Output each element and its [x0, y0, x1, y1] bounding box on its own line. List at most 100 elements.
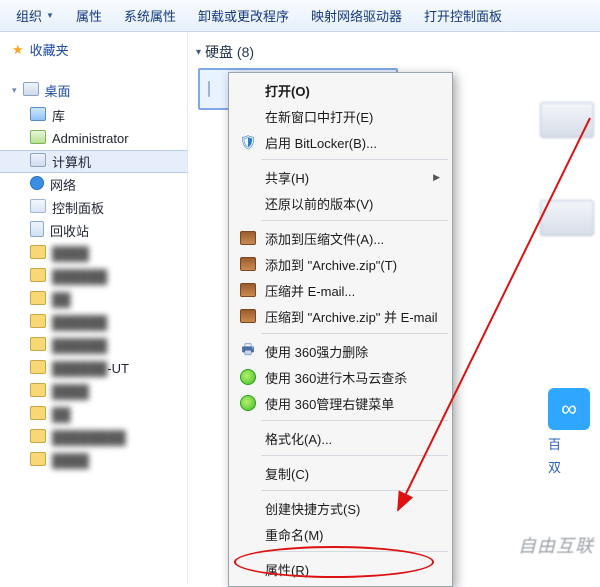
- sidebar-item-folder-blurred[interactable]: ████████: [0, 426, 187, 449]
- folder-icon: [30, 291, 46, 308]
- sidebar-item-label: 计算机: [52, 152, 91, 171]
- folder-icon: [30, 383, 46, 400]
- sidebar-favorites-label: 收藏夹: [30, 40, 69, 59]
- sidebar-desktop-label: 桌面: [45, 81, 71, 100]
- drive-tile[interactable]: [540, 200, 594, 236]
- computer-icon: [30, 153, 46, 170]
- sidebar-item-network[interactable]: 网络: [0, 173, 187, 196]
- toolbar-uninstall[interactable]: 卸载或更改程序: [188, 2, 299, 29]
- sidebar-desktop[interactable]: ▾ 桌面: [0, 77, 187, 104]
- toolbar-open-control-label: 打开控制面板: [424, 6, 502, 25]
- ctx-create-shortcut[interactable]: 创建快捷方式(S): [231, 495, 450, 521]
- sidebar-item-label: ██████-UT: [52, 361, 129, 376]
- ctx-open-new-window[interactable]: 在新窗口中打开(E): [231, 103, 450, 129]
- network-icon: [30, 176, 44, 193]
- sidebar-item-administrator[interactable]: Administrator: [0, 127, 187, 150]
- sidebar-item-label: 库: [52, 106, 65, 125]
- right-drive-thumbs: [540, 102, 600, 298]
- sidebar-item-folder-blurred[interactable]: ██████: [0, 334, 187, 357]
- toolbar-map-drive[interactable]: 映射网络驱动器: [301, 2, 412, 29]
- separator: [261, 490, 448, 491]
- cloud-app-badge[interactable]: ∞ 百 双: [548, 388, 590, 476]
- ctx-add-archive[interactable]: 添加到压缩文件(A)...: [231, 225, 450, 251]
- ctx-label: 打开(O): [265, 81, 440, 100]
- context-menu: 打开(O) 在新窗口中打开(E) 🛡 启用 BitLocker(B)... 共享…: [228, 72, 453, 587]
- sidebar-item-folder-blurred[interactable]: ██: [0, 403, 187, 426]
- drive-icon: [208, 82, 210, 96]
- ctx-format[interactable]: 格式化(A)...: [231, 425, 450, 451]
- ctx-copy[interactable]: 复制(C): [231, 460, 450, 486]
- sidebar-item-folder-ut[interactable]: ██████-UT: [0, 357, 187, 380]
- ctx-label: 复制(C): [265, 464, 440, 483]
- ctx-label: 使用 360强力删除: [265, 342, 440, 361]
- ctx-label: 压缩并 E-mail...: [265, 281, 440, 300]
- ctx-open[interactable]: 打开(O): [231, 77, 450, 103]
- toolbar-system-properties[interactable]: 系统属性: [114, 2, 186, 29]
- toolbar-properties[interactable]: 属性: [66, 2, 112, 29]
- separator: [261, 333, 448, 334]
- sidebar-item-control-panel[interactable]: 控制面板: [0, 196, 187, 219]
- folder-icon: [30, 360, 46, 377]
- ctx-properties[interactable]: 属性(R): [231, 556, 450, 582]
- ctx-compress-email[interactable]: 压缩并 E-mail...: [231, 277, 450, 303]
- ctx-restore-previous[interactable]: 还原以前的版本(V): [231, 190, 450, 216]
- sidebar-item-folder-blurred[interactable]: ████: [0, 242, 187, 265]
- separator: [261, 220, 448, 221]
- ctx-add-archive-zip[interactable]: 添加到 "Archive.zip"(T): [231, 251, 450, 277]
- sidebar-item-folder-blurred[interactable]: ████: [0, 380, 187, 403]
- sidebar-item-recycle-bin[interactable]: 回收站: [0, 219, 187, 242]
- folder-icon: [30, 406, 46, 423]
- folder-icon: [30, 337, 46, 354]
- chevron-down-icon: ▾: [196, 47, 201, 58]
- zip-icon: [237, 283, 259, 297]
- sidebar-item-libraries[interactable]: 库: [0, 104, 187, 127]
- sidebar-item-label: ██: [52, 292, 70, 307]
- ctx-360-delete[interactable]: 🖶 使用 360强力删除: [231, 338, 450, 364]
- sidebar-favorites[interactable]: ★ 收藏夹: [0, 36, 187, 63]
- separator: [261, 551, 448, 552]
- sidebar-item-label: ██████: [52, 315, 107, 330]
- ctx-bitlocker[interactable]: 🛡 启用 BitLocker(B)...: [231, 129, 450, 155]
- sidebar-item-folder-blurred[interactable]: ██████: [0, 311, 187, 334]
- ctx-share[interactable]: 共享(H) ▶: [231, 164, 450, 190]
- sidebar-item-computer[interactable]: 计算机: [0, 150, 187, 173]
- chevron-right-icon: ▶: [433, 172, 440, 183]
- folder-icon: [30, 268, 46, 285]
- drive-tile[interactable]: [540, 102, 594, 138]
- 360-icon: [237, 369, 259, 385]
- ctx-label: 压缩到 "Archive.zip" 并 E-mail: [265, 307, 440, 326]
- sidebar-item-label: ████████: [52, 430, 126, 445]
- 360-icon: [237, 395, 259, 411]
- toolbar-uninstall-label: 卸载或更改程序: [198, 6, 289, 25]
- ctx-compress-zip-email[interactable]: 压缩到 "Archive.zip" 并 E-mail: [231, 303, 450, 329]
- ctx-label: 添加到压缩文件(A)...: [265, 229, 440, 248]
- ctx-360-scan[interactable]: 使用 360进行木马云查杀: [231, 364, 450, 390]
- sidebar-item-folder-blurred[interactable]: ████: [0, 449, 187, 472]
- ctx-label: 还原以前的版本(V): [265, 194, 440, 213]
- ctx-label: 格式化(A)...: [265, 429, 440, 448]
- toolbar-system-properties-label: 系统属性: [124, 6, 176, 25]
- folder-icon: [30, 314, 46, 331]
- sidebar-item-label: ████: [52, 384, 89, 399]
- ctx-360-manage[interactable]: 使用 360管理右键菜单: [231, 390, 450, 416]
- separator: [261, 159, 448, 160]
- cloud-label-1: 百: [548, 434, 590, 453]
- section-drives[interactable]: ▾ 硬盘 (8): [194, 38, 600, 68]
- toolbar-organize-label: 组织: [16, 6, 42, 25]
- sidebar-item-folder-blurred[interactable]: ██████: [0, 265, 187, 288]
- sidebar-item-label: ████: [52, 246, 89, 261]
- zip-icon: [237, 309, 259, 323]
- folder-icon: [30, 245, 46, 262]
- control-panel-icon: [30, 199, 46, 216]
- sidebar-item-label: 回收站: [50, 221, 89, 240]
- zip-icon: [237, 257, 259, 271]
- ctx-rename[interactable]: 重命名(M): [231, 521, 450, 547]
- toolbar-organize[interactable]: 组织 ▼: [6, 2, 64, 29]
- toolbar-properties-label: 属性: [76, 6, 102, 25]
- ctx-label: 使用 360管理右键菜单: [265, 394, 440, 413]
- folder-icon: [30, 429, 46, 446]
- toolbar-open-control[interactable]: 打开控制面板: [414, 2, 512, 29]
- sidebar-item-folder-blurred[interactable]: ██: [0, 288, 187, 311]
- toolbar-map-drive-label: 映射网络驱动器: [311, 6, 402, 25]
- sidebar-item-label: ██████: [52, 269, 107, 284]
